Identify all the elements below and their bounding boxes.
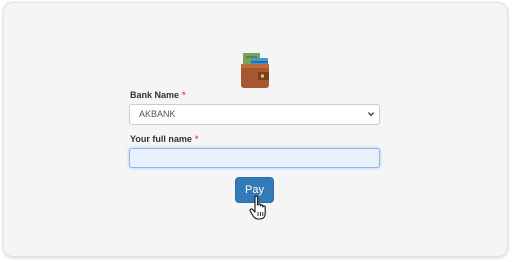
- bank-select[interactable]: AKBANK: [129, 104, 380, 125]
- full-name-input[interactable]: [129, 148, 380, 168]
- required-marker: *: [182, 90, 186, 100]
- bank-select-value: AKBANK: [139, 109, 176, 119]
- full-name-label: Your full name *: [130, 134, 199, 144]
- chevron-down-icon: [368, 112, 374, 117]
- wallet-icon: [241, 53, 269, 88]
- required-marker: *: [194, 134, 199, 144]
- bank-name-label: Bank Name *: [130, 90, 186, 100]
- hand-cursor-icon: [249, 195, 266, 220]
